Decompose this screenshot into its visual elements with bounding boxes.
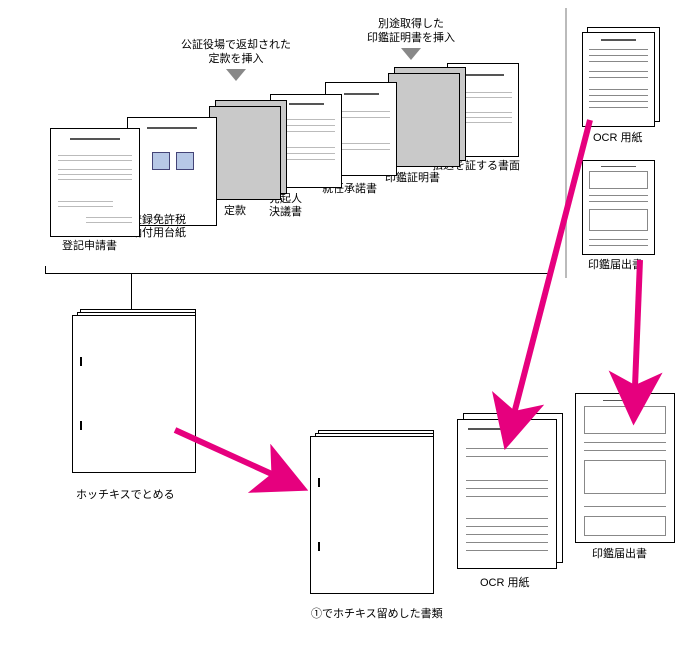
inkantodoke-top — [582, 160, 655, 255]
ocr-bottom — [457, 419, 557, 569]
insertion-note-inkan-text: 別途取得した 印鑑証明書を挿入 — [367, 18, 455, 44]
arrow-icon — [634, 260, 640, 412]
chevron-down-icon — [401, 48, 421, 60]
inkantodoke-bottom-label: 印鑑届出書 — [592, 548, 647, 561]
ocr-top-label: OCR 用紙 — [593, 132, 643, 145]
separator — [565, 8, 567, 278]
doc-noufu — [127, 117, 217, 226]
doc-touki — [50, 128, 140, 237]
ocr-bottom-label: OCR 用紙 — [480, 577, 530, 590]
bracket-stem — [131, 274, 132, 309]
bundled-label: ①でホチキス留めした書類 — [311, 608, 443, 621]
insertion-note-teikan-text: 公証役場で返却された 定款を挿入 — [181, 39, 291, 65]
chevron-down-icon — [226, 69, 246, 81]
diagram-root: 公証役場で返却された 定款を挿入 別途取得した 印鑑証明書を挿入 払込を証する書… — [0, 0, 700, 655]
arrow-icon — [508, 120, 590, 437]
ocr-top — [582, 32, 655, 127]
staple-note: ホッチキスでとめる — [76, 488, 175, 502]
booklet-left — [72, 309, 200, 477]
doc-teikan — [209, 106, 281, 200]
inkantodoke-top-label: 印鑑届出書 — [588, 259, 643, 272]
group-bracket — [45, 266, 553, 274]
inkantodoke-bottom — [575, 393, 675, 543]
doc-teikan-label: 定款 — [224, 205, 246, 218]
doc-touki-label: 登記申請書 — [62, 240, 117, 253]
doc-inkanshomei — [388, 73, 460, 167]
booklet-bundled — [310, 430, 438, 598]
insertion-note-inkan: 別途取得した 印鑑証明書を挿入 — [351, 17, 471, 60]
insertion-note-teikan: 公証役場で返却された 定款を挿入 — [176, 38, 296, 81]
